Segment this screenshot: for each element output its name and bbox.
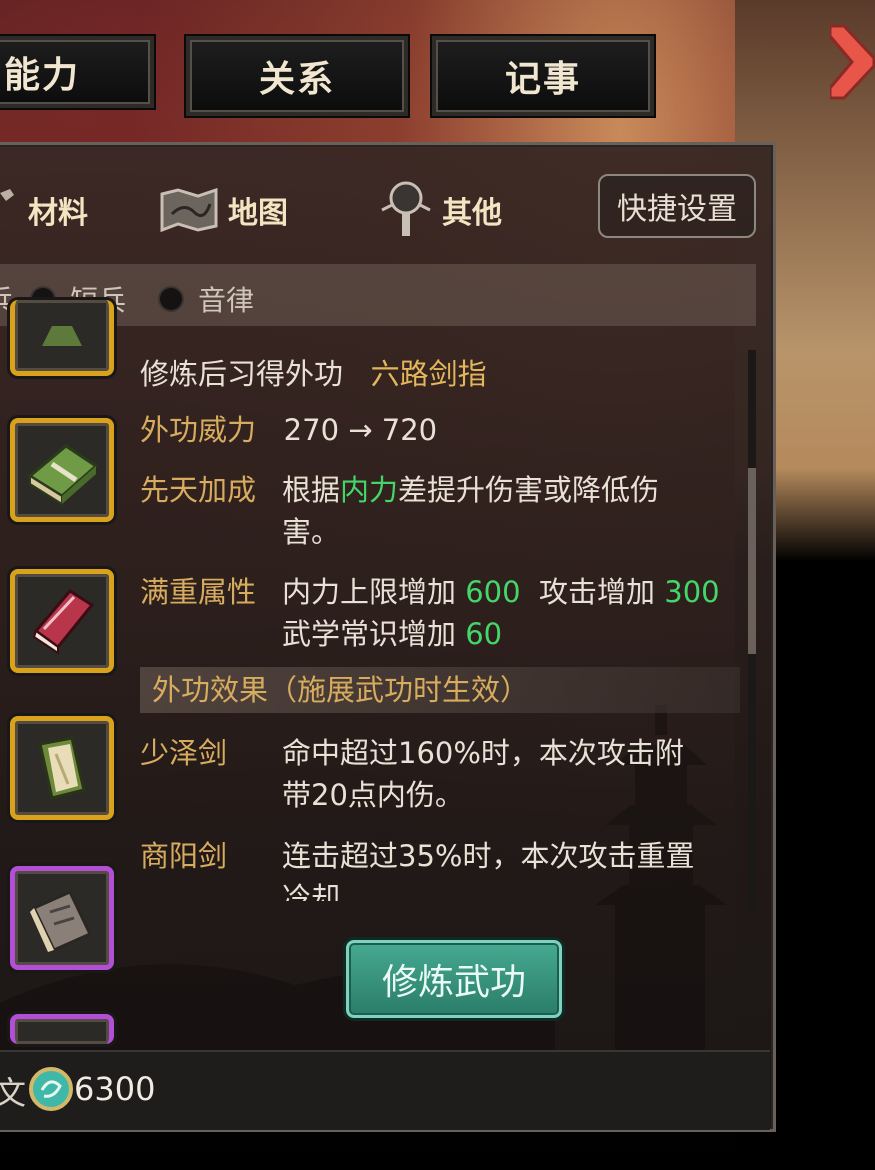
train-button-label: 修炼武功 — [381, 962, 526, 1003]
power-label: 外功威力 — [140, 413, 257, 447]
map-icon — [160, 188, 218, 232]
full-val3: 60 — [465, 617, 503, 651]
section-title: 外功效果（施展武功时生效） — [140, 667, 740, 713]
power-row: 外功威力 270 → 720 — [140, 409, 437, 451]
filter-music[interactable]: 音律 — [158, 279, 254, 319]
tool-icon — [381, 181, 431, 236]
scrollbar-thumb[interactable] — [748, 468, 756, 654]
item-slot-gray-book[interactable] — [10, 866, 114, 970]
category-material-label: 材料 — [28, 196, 88, 231]
effect2-text: 连击超过35%时，本次攻击重置 冷却。 — [282, 835, 752, 901]
innate-label: 先天加成 — [140, 473, 257, 507]
innate-highlight: 内力 — [340, 473, 399, 507]
tab-notes-label: 记事 — [504, 59, 581, 100]
effect1-name-row: 少泽剑 — [140, 732, 227, 774]
category-material[interactable]: 材料 — [0, 170, 88, 250]
radio-dot — [158, 286, 184, 312]
learn-label: 修炼后习得外功 — [140, 357, 344, 391]
effect2-line2: 冷却。 — [282, 881, 370, 901]
full-part2: 攻击增加 — [539, 575, 656, 609]
tab-notes[interactable]: 记事 — [432, 36, 654, 116]
full-row: 满重属性 — [140, 571, 256, 613]
learn-value: 六路剑指 — [370, 357, 487, 391]
item-slot-green-manual[interactable] — [10, 418, 114, 522]
innate-row: 先天加成 — [140, 469, 256, 511]
item-slot-partial[interactable] — [10, 300, 114, 376]
effect2-name: 商阳剑 — [140, 839, 228, 873]
learn-row: 修炼后习得外功 六路剑指 — [140, 353, 487, 395]
tab-relation-label: 关系 — [258, 59, 335, 100]
category-map-label: 地图 — [228, 196, 288, 231]
full-val2: 300 — [664, 575, 720, 609]
gray-book-icon — [30, 890, 93, 952]
item-slot-red-book[interactable] — [10, 569, 114, 673]
effect2-line1: 连击超过35%时，本次攻击重置 — [282, 839, 695, 873]
shortcut-settings-button[interactable]: 快捷设置 — [598, 174, 756, 238]
arrow-right-icon[interactable] — [830, 22, 875, 102]
item-slot-partial-bottom[interactable] — [10, 1014, 114, 1044]
effect2-name-row: 商阳剑 — [140, 835, 227, 877]
effect1-line1: 命中超过160%时，本次攻击附 — [282, 736, 684, 770]
effect1-text: 命中超过160%时，本次攻击附 带20点内伤。 — [282, 732, 752, 816]
tab-ability[interactable]: 能力 — [0, 36, 154, 108]
tab-relation[interactable]: 关系 — [186, 36, 408, 116]
green-manual-icon — [42, 325, 82, 346]
coin-icon — [29, 1067, 73, 1111]
train-martial-art-button[interactable]: 修炼武功 — [346, 940, 562, 1018]
footer-partial-text: 文 — [0, 1074, 27, 1112]
full-val1: 600 — [465, 575, 521, 609]
effect1-line2: 带20点内伤。 — [282, 778, 464, 812]
detail-scrollbar[interactable] — [748, 350, 756, 910]
green-manual-icon — [27, 444, 99, 506]
innate-prefix: 根据 — [282, 473, 341, 507]
innate-text: 根据内力差提升伤害或降低伤 害。 — [282, 469, 742, 553]
power-value: 270 → 720 — [283, 413, 438, 447]
category-map[interactable]: 地图 — [160, 170, 288, 250]
full-part1: 内力上限增加 — [282, 575, 457, 609]
category-other[interactable]: 其他 — [380, 170, 502, 250]
coin-value: 6300 — [74, 1070, 156, 1108]
effect1-name: 少泽剑 — [140, 736, 228, 770]
pouch-icon — [0, 189, 14, 201]
full-part3: 武学常识增加 — [282, 617, 457, 651]
innate-suffix: 差提升伤害或降低伤 — [398, 473, 660, 507]
scroll-icon — [38, 736, 86, 800]
shortcut-settings-label: 快捷设置 — [617, 192, 737, 227]
item-slot-scroll[interactable] — [10, 716, 114, 820]
red-book-icon — [32, 589, 95, 655]
innate-line2: 害。 — [282, 515, 341, 549]
filter-music-label: 音律 — [198, 284, 255, 317]
tab-ability-label: 能力 — [3, 55, 80, 96]
section-title-text: 外功效果（施展武功时生效） — [152, 673, 530, 707]
full-text: 内力上限增加 600 攻击增加 300 武学常识增加 60 — [282, 571, 752, 655]
full-label: 满重属性 — [140, 575, 257, 609]
category-other-label: 其他 — [442, 196, 502, 231]
